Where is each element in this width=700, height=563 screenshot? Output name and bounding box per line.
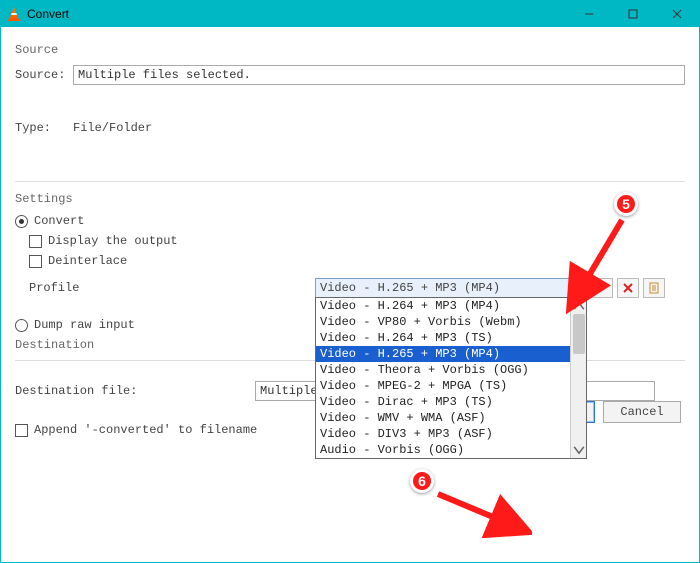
checkbox-icon bbox=[29, 255, 42, 268]
profile-option[interactable]: Video - DIV3 + MP3 (ASF) bbox=[316, 426, 586, 442]
vlc-cone-icon bbox=[7, 7, 21, 21]
profile-option[interactable]: Audio - Vorbis (OGG) bbox=[316, 442, 586, 458]
profile-dropdown[interactable]: Video - H.264 + MP3 (MP4) Video - VP80 +… bbox=[315, 297, 587, 459]
profile-combo[interactable]: Video - H.265 + MP3 (MP4) bbox=[315, 278, 587, 298]
annotation-arrow-6-icon bbox=[432, 488, 532, 538]
type-label: Type: bbox=[15, 121, 73, 135]
checkbox-icon bbox=[29, 235, 42, 248]
settings-group-label: Settings bbox=[15, 192, 685, 206]
new-profile-button[interactable] bbox=[643, 278, 665, 298]
profile-option[interactable]: Video - MPEG-2 + MPGA (TS) bbox=[316, 378, 586, 394]
radio-dot-icon bbox=[15, 215, 28, 228]
radio-dot-icon bbox=[15, 319, 28, 332]
close-button[interactable] bbox=[655, 1, 699, 27]
window-title: Convert bbox=[27, 7, 69, 21]
cancel-button-label: Cancel bbox=[620, 405, 663, 419]
profile-option[interactable]: Video - H.264 + MP3 (MP4) bbox=[316, 298, 586, 314]
titlebar[interactable]: Convert bbox=[1, 1, 699, 27]
dump-raw-label: Dump raw input bbox=[34, 318, 135, 332]
destination-file-label: Destination file: bbox=[15, 384, 255, 398]
annotation-badge-6: 6 bbox=[410, 469, 434, 493]
source-value: Multiple files selected. bbox=[78, 68, 251, 82]
type-value: File/Folder bbox=[73, 121, 152, 135]
append-converted-label: Append '-converted' to filename bbox=[34, 423, 257, 437]
display-output-label: Display the output bbox=[48, 234, 178, 248]
profile-label: Profile bbox=[29, 278, 315, 295]
profile-option[interactable]: Video - Dirac + MP3 (TS) bbox=[316, 394, 586, 410]
dropdown-scrollbar[interactable] bbox=[570, 298, 586, 458]
cancel-button[interactable]: Cancel bbox=[603, 401, 681, 423]
radio-convert-label: Convert bbox=[34, 214, 84, 228]
document-icon bbox=[648, 282, 660, 294]
profile-selected: Video - H.265 + MP3 (MP4) bbox=[320, 281, 500, 295]
source-field[interactable]: Multiple files selected. bbox=[73, 65, 685, 85]
profile-option[interactable]: Video - VP80 + Vorbis (Webm) bbox=[316, 314, 586, 330]
annotation-arrow-5-icon bbox=[562, 214, 630, 314]
separator bbox=[15, 181, 685, 182]
profile-option[interactable]: Video - WMV + WMA (ASF) bbox=[316, 410, 586, 426]
annotation-badge-5: 5 bbox=[614, 192, 638, 216]
profile-option-selected[interactable]: Video - H.265 + MP3 (MP4) bbox=[316, 346, 586, 362]
scroll-down-icon[interactable] bbox=[571, 442, 587, 458]
deinterlace-label: Deinterlace bbox=[48, 254, 127, 268]
profile-option[interactable]: Video - H.264 + MP3 (TS) bbox=[316, 330, 586, 346]
source-label: Source: bbox=[15, 68, 73, 82]
checkbox-icon bbox=[15, 424, 28, 437]
maximize-button[interactable] bbox=[611, 1, 655, 27]
scroll-thumb[interactable] bbox=[573, 314, 585, 354]
source-group-label: Source bbox=[15, 43, 685, 57]
profile-option[interactable]: Video - Theora + Vorbis (OGG) bbox=[316, 362, 586, 378]
minimize-button[interactable] bbox=[567, 1, 611, 27]
